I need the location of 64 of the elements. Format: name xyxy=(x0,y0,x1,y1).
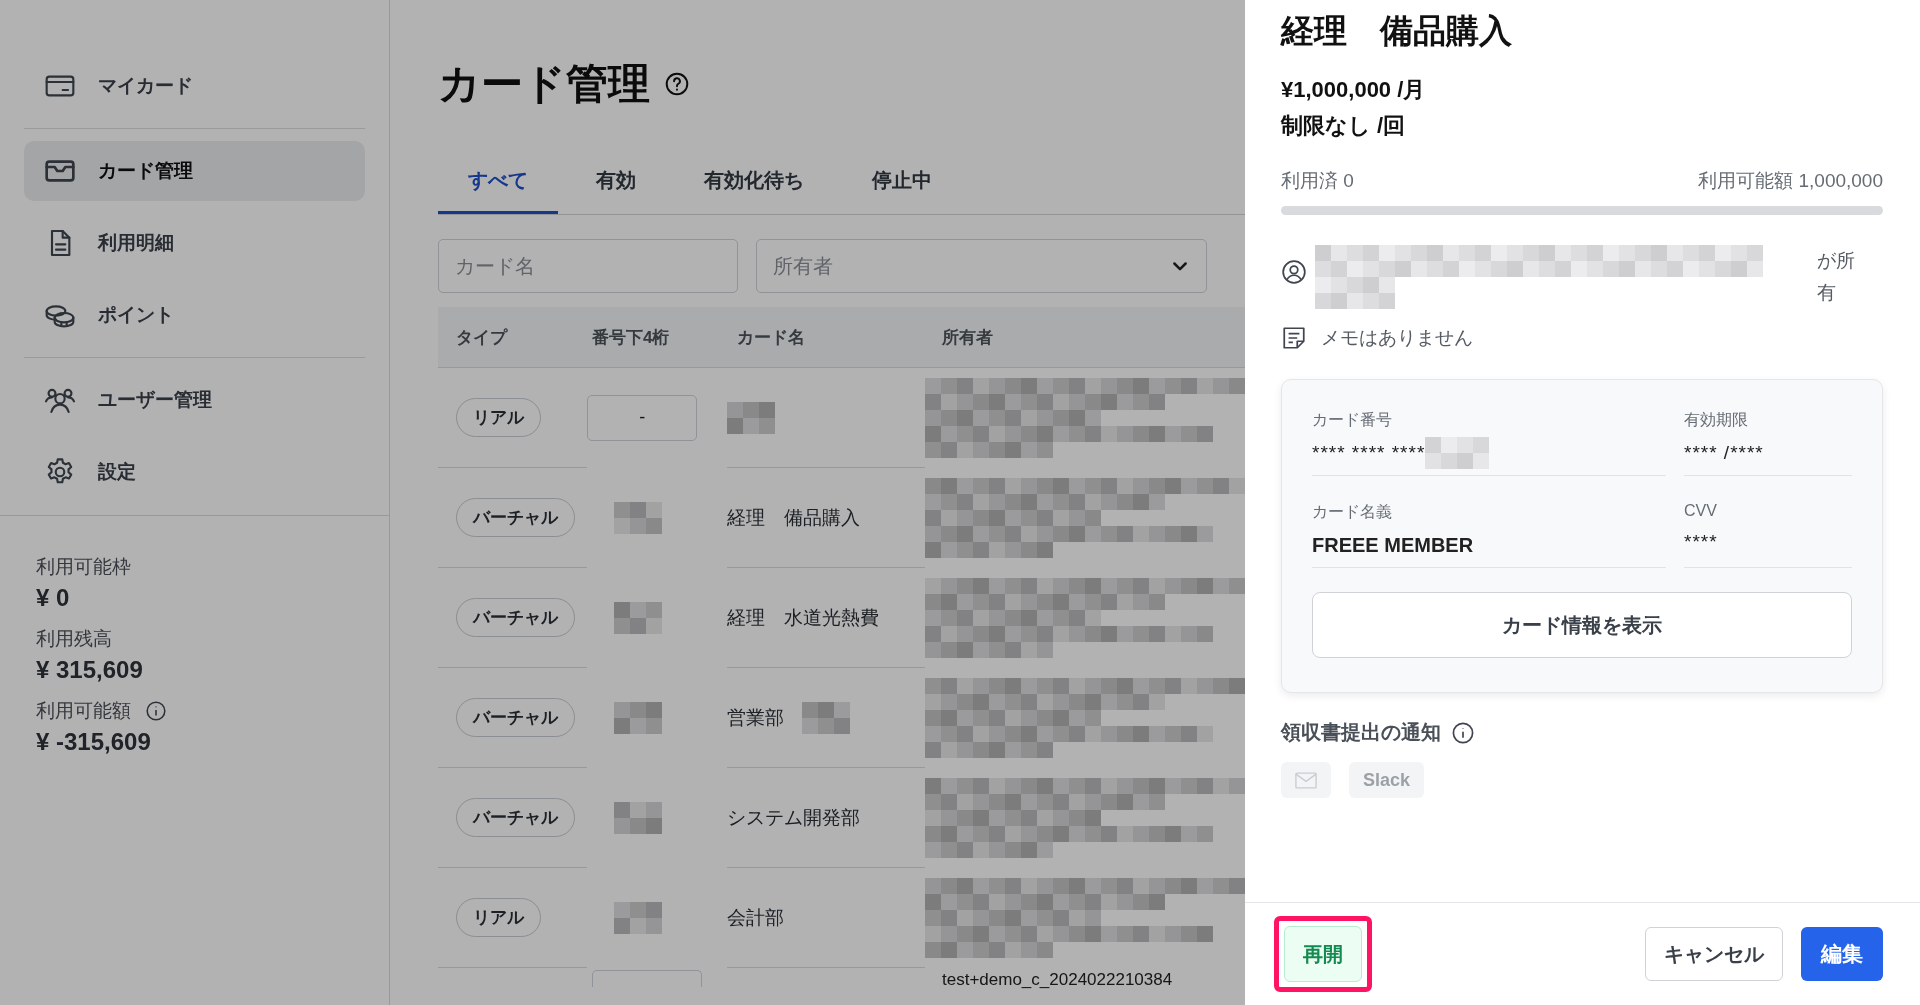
show-card-info-button[interactable]: カード情報を表示 xyxy=(1312,592,1852,658)
filter-tab[interactable]: 停止中 xyxy=(842,148,962,214)
balance-value: ¥ -315,609 xyxy=(36,728,152,756)
available-amount: 利用可能額 1,000,000 xyxy=(1698,169,1883,193)
memo-text: メモはありません xyxy=(1321,326,1473,350)
redacted-text xyxy=(614,901,663,934)
sidebar-item[interactable]: 設定 xyxy=(24,442,365,502)
sidebar-item[interactable]: カード管理 xyxy=(24,141,365,201)
redacted-text xyxy=(614,501,663,534)
column-header: カード名 xyxy=(737,326,806,349)
redacted-text xyxy=(727,401,776,434)
card-name-field[interactable]: カード名 xyxy=(438,239,738,293)
field-value: **** xyxy=(1684,531,1718,553)
card-name: 経理 水道光熱費 xyxy=(727,605,880,630)
field-label: 有効期限 xyxy=(1684,410,1749,430)
field-label: カード名義 xyxy=(1312,502,1393,522)
field-value: FREEE MEMBER xyxy=(1312,533,1474,557)
balance-value: ¥ 315,609 xyxy=(36,656,144,684)
column-header: 所有者 xyxy=(942,326,993,349)
card-name: 会計部 xyxy=(727,905,785,930)
redacted-text xyxy=(614,601,663,634)
note-icon xyxy=(1281,325,1307,351)
redacted-text xyxy=(802,701,851,734)
owner-suffix: が所有 xyxy=(1817,249,1856,305)
balance-label: 利用残高 xyxy=(36,627,112,651)
field-value: **** **** **** xyxy=(1312,442,1426,464)
redacted-text xyxy=(1425,437,1490,469)
balance-value: ¥ 0 xyxy=(36,584,71,612)
card-name: 経理 備品購入 xyxy=(727,505,861,530)
field-value: **** /**** xyxy=(1684,442,1764,464)
user-icon xyxy=(1281,259,1307,285)
column-header: 番号下4桁 xyxy=(592,326,671,349)
column-header: タイプ xyxy=(455,326,509,349)
card-name: システム開発部 xyxy=(727,805,861,830)
cancel-button[interactable]: キャンセル xyxy=(1645,927,1783,981)
field-label: CVV xyxy=(1684,502,1718,520)
resume-button[interactable]: 再開 xyxy=(1284,926,1362,982)
page-title: カード管理 xyxy=(438,59,650,109)
card-name: 営業部 xyxy=(727,705,785,730)
filter-tab[interactable]: 有効 xyxy=(566,148,666,214)
monthly-limit: ¥1,000,000 /月 xyxy=(1281,76,1427,104)
used-amount: 利用済 0 xyxy=(1281,169,1354,193)
redacted-text xyxy=(614,801,663,834)
info-icon[interactable] xyxy=(145,700,167,722)
mail-icon xyxy=(1295,771,1317,789)
last-digits-cell: - xyxy=(587,394,698,441)
filter-tab[interactable]: すべて xyxy=(438,148,558,214)
balance-label: 利用可能額 xyxy=(36,699,131,723)
email-toggle[interactable] xyxy=(1281,762,1331,798)
info-icon[interactable] xyxy=(1451,720,1475,745)
sidebar-item[interactable]: ユーザー管理 xyxy=(24,370,365,430)
balance-label: 利用可能枠 xyxy=(36,555,131,579)
per-use-limit: 制限なし /回 xyxy=(1281,112,1407,140)
sidebar-item[interactable]: 利用明細 xyxy=(24,213,365,273)
card-title: 経理 備品購入 xyxy=(1281,11,1513,51)
section-title: 領収書提出の通知 xyxy=(1281,720,1441,745)
redacted-text xyxy=(614,701,663,734)
field-label: カード番号 xyxy=(1312,410,1393,430)
edit-button[interactable]: 編集 xyxy=(1801,927,1883,981)
sidebar-item[interactable]: マイカード xyxy=(24,56,365,116)
sidebar-item[interactable]: ポイント xyxy=(24,285,365,345)
filter-tab[interactable]: 有効化待ち xyxy=(674,148,834,214)
owner-email: test+demo_c_2024022210384 xyxy=(942,970,1173,990)
help-icon[interactable] xyxy=(664,71,690,97)
